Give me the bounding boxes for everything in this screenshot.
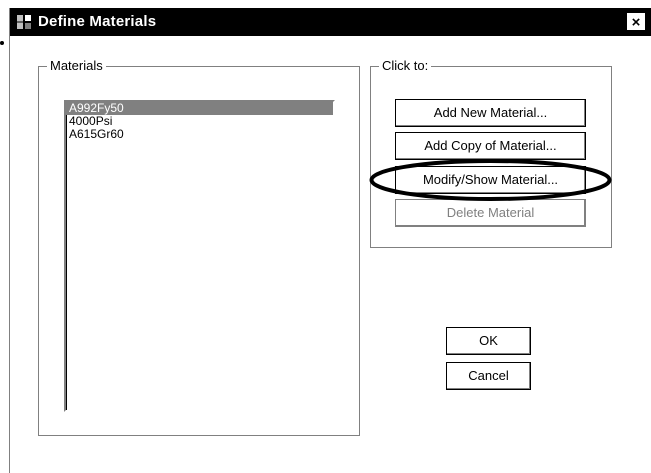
- close-button[interactable]: ×: [627, 13, 645, 31]
- app-icon: [15, 13, 33, 31]
- materials-listbox[interactable]: A992Fy50 4000Psi A615Gr60: [64, 100, 335, 412]
- cancel-button[interactable]: Cancel: [446, 362, 531, 390]
- window-title: Define Materials: [38, 13, 157, 30]
- close-icon: ×: [631, 14, 641, 31]
- screen: Define Materials × Materials A992Fy50 40…: [0, 0, 651, 473]
- materials-group-label: Materials: [47, 58, 106, 74]
- background-window-edge: [0, 0, 8, 473]
- add-new-material-button[interactable]: Add New Material...: [395, 99, 586, 127]
- add-copy-of-material-button[interactable]: Add Copy of Material...: [395, 132, 586, 160]
- click-to-group-label: Click to:: [379, 58, 432, 74]
- title-bar[interactable]: Define Materials ×: [10, 8, 651, 36]
- material-list-item[interactable]: A615Gr60: [66, 128, 333, 141]
- ok-button[interactable]: OK: [446, 327, 531, 355]
- delete-material-button: Delete Material: [395, 199, 586, 227]
- background-marker: [0, 41, 4, 45]
- modify-show-material-button[interactable]: Modify/Show Material...: [395, 166, 586, 194]
